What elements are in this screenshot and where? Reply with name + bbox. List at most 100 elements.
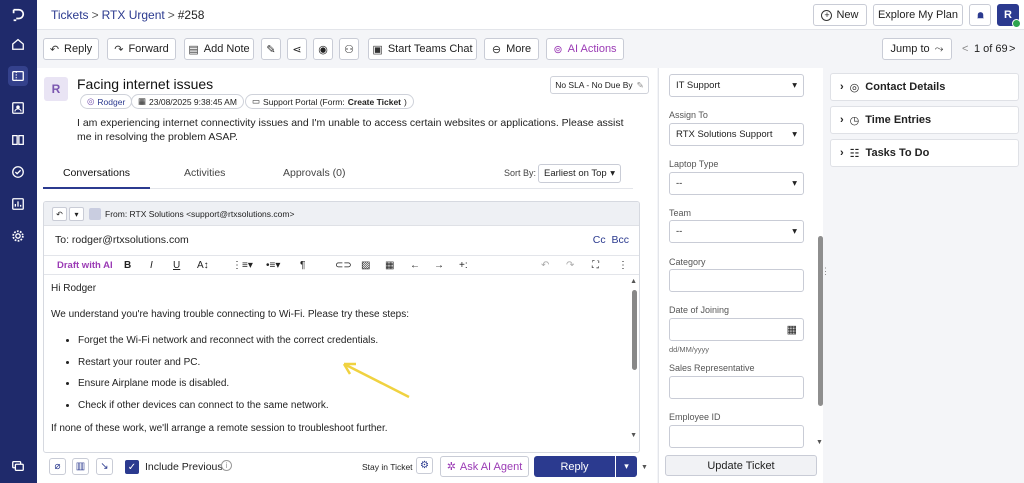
from-address[interactable]: From: RTX Solutions <support@rtxsolution… [105,209,294,219]
jump-to-button[interactable]: Jump to ⤳ [882,38,952,60]
canned-response-icon[interactable]: ↘ [96,458,113,475]
laptop-type-select[interactable]: -- ▾ [669,172,804,195]
category-label: Category [669,257,706,267]
annotation-arrow-icon [342,362,410,399]
reply-options-chevron-icon[interactable]: ▾ [616,456,637,477]
contacts-icon[interactable] [8,98,28,118]
prev-page-icon[interactable]: < [962,43,968,55]
team-select[interactable]: -- ▾ [669,220,804,243]
chevron-down-icon: ▾ [792,178,797,189]
home-icon[interactable] [8,34,28,54]
to-field[interactable]: To: rodger@rtxsolutions.com [55,234,189,246]
calendar-icon[interactable]: ▦ [787,323,797,336]
more-button[interactable]: ⊖ More [484,38,539,60]
scroll-down-icon[interactable]: ▼ [630,432,637,439]
bold-icon[interactable]: B [124,260,131,271]
teams-chat-button[interactable]: ▣ Start Teams Chat [368,38,477,60]
redo-icon[interactable]: ↷ [566,260,574,271]
settings-gear-icon[interactable] [8,226,28,246]
edit-pencil-icon[interactable]: ✎ [261,38,281,60]
group-select[interactable]: IT Support ▾ [669,74,804,97]
chevron-down-icon: ▾ [792,226,797,237]
cc-link[interactable]: Cc [593,234,606,246]
reply-type-icon[interactable]: ↶ [52,207,67,221]
add-note-button[interactable]: ▤ Add Note [184,38,254,60]
category-input[interactable] [669,269,804,292]
reply-button[interactable]: ↶ Reply [43,38,99,60]
tab-activities[interactable]: Activities [184,167,225,189]
chat-icon[interactable] [8,456,28,476]
draft-with-ai-button[interactable]: Draft with AI [57,260,113,271]
underline-icon[interactable]: U [173,260,180,271]
sla-badge[interactable]: No SLA - No Due By ✎ [550,76,649,94]
link-icon[interactable]: ⊂⊃ [335,260,352,271]
indent-icon[interactable]: → [434,260,444,271]
new-button[interactable]: + New [813,4,867,26]
breadcrumb-rtx-urgent[interactable]: RTX Urgent [102,8,165,22]
date-of-joining-input[interactable]: ▦ [669,318,804,341]
sales-rep-input[interactable] [669,376,804,399]
contact-details-label: Contact Details [865,81,946,93]
update-ticket-button[interactable]: Update Ticket [665,455,817,476]
sort-select[interactable]: Earliest on Top ▾ [538,164,621,183]
checklist-icon: ☷ [849,147,860,160]
app-logo-icon[interactable] [8,5,28,25]
table-icon[interactable]: ▦ [385,260,394,271]
kb-article-icon[interactable]: ▥ [72,458,89,475]
forward-button[interactable]: ↷ Forward [107,38,176,60]
forward-arrow-icon: ↷ [114,43,124,56]
explore-plan-button[interactable]: Explore My Plan [873,4,963,26]
numbered-list-icon[interactable]: ⋮≡▾ [232,260,253,271]
scroll-up-icon[interactable]: ▲ [630,278,637,285]
fullscreen-icon[interactable]: ⛶ [592,260,599,271]
add-user-icon[interactable]: ⚇ [339,38,359,60]
source-form: Create Ticket [347,96,401,107]
knowledge-base-icon[interactable] [8,130,28,150]
insert-icon[interactable]: +: [459,260,468,271]
tickets-icon[interactable] [8,66,28,86]
info-icon[interactable]: i [221,460,232,471]
cc-bcc-links: Cc Bcc [593,234,629,246]
contact-details-accordion[interactable]: › ◎ Contact Details [830,73,1019,101]
pane-scroll-down-icon[interactable]: ▼ [641,464,648,471]
reply-type-dropdown-icon[interactable]: ▾ [69,207,84,221]
next-page-icon[interactable]: > [1009,43,1015,55]
fields-scroll-down-icon[interactable]: ▼ [816,439,823,446]
undo-icon[interactable]: ↶ [541,260,549,271]
requester-chip[interactable]: ◎ Rodger [80,94,133,109]
send-reply-button[interactable]: Reply [534,456,615,477]
image-icon[interactable]: ▨ [361,260,370,271]
tasks-to-do-accordion[interactable]: › ☷ Tasks To Do [830,139,1019,167]
reports-icon[interactable] [8,194,28,214]
bcc-link[interactable]: Bcc [611,234,629,246]
italic-icon[interactable]: I [150,260,153,271]
paragraph-icon[interactable]: ¶ [300,260,305,271]
stay-settings-gear-icon[interactable]: ⚙ [416,457,433,474]
ask-ai-agent-button[interactable]: ✲ Ask AI Agent [440,456,529,477]
note-icon: ▤ [188,43,199,56]
compose-scrollbar[interactable] [632,278,637,448]
fields-scrollbar[interactable] [818,236,823,406]
share-icon[interactable]: ⋖ [287,38,307,60]
assign-to-select[interactable]: RTX Solutions Support ▾ [669,123,804,146]
ai-actions-button[interactable]: ⊚ AI Actions [546,38,624,60]
employee-id-input[interactable] [669,425,804,448]
attach-icon[interactable]: ⌀ [49,458,66,475]
include-previous-checkbox[interactable]: ✓ [125,460,139,474]
font-size-icon[interactable]: A↕ [197,260,209,271]
bullet-list-icon[interactable]: •≡▾ [266,260,280,271]
portal-icon: ▭ [252,96,261,106]
tab-conversations[interactable]: Conversations [43,167,150,189]
chevron-down-icon: ▾ [792,129,797,140]
watch-eye-icon[interactable]: ◉ [313,38,333,60]
closing-text: If none of these work, we'll arrange a r… [51,422,388,434]
time-entries-accordion[interactable]: › ◷ Time Entries [830,106,1019,134]
more-options-icon[interactable]: ⋮ [618,260,628,271]
outdent-icon[interactable]: ← [410,260,420,271]
scroll-thumb[interactable] [632,290,637,370]
breadcrumb-tickets[interactable]: Tickets [51,8,89,22]
notifications-bell-icon[interactable] [969,4,991,26]
chevron-right-icon: › [840,114,844,126]
tasks-icon[interactable] [8,162,28,182]
tab-approvals[interactable]: Approvals (0) [283,167,345,189]
